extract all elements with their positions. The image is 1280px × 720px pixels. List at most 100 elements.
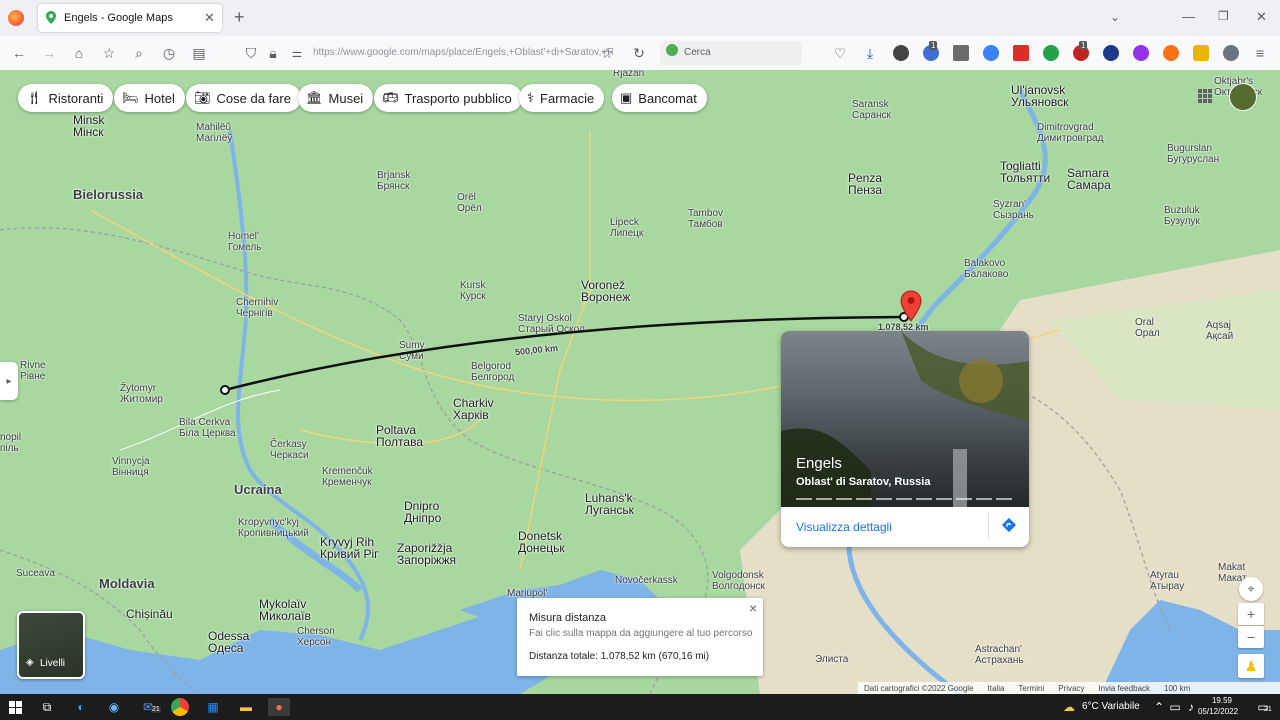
close-window-icon[interactable]: ✕ [1256,9,1267,25]
view-details-link[interactable]: Visualizza dettagli [796,520,892,534]
terms-link[interactable]: Termini [1018,684,1044,693]
menu-icon[interactable]: ≡ [1252,44,1268,62]
tab-google-maps[interactable]: Engels - Google Maps ✕ [38,4,222,32]
weather-text[interactable]: 6°C Variabile [1082,701,1140,712]
extension-l-icon[interactable] [893,45,909,61]
task-view-icon[interactable]: ⧉ [38,698,56,716]
minimize-icon[interactable]: — [1182,9,1195,24]
search-box[interactable]: Cerca [660,41,802,65]
url-bar[interactable]: ⛉ 🔒︎ ⚌ https://www.google.com/maps/place… [238,41,620,65]
extension-reader-icon[interactable] [953,45,969,61]
extension-badge: 1 [929,41,938,50]
outlook-icon[interactable]: ▦ [204,698,222,716]
photo-pager [796,498,1014,500]
layers-button[interactable]: ◈ Livelli [17,611,85,679]
layers-icon: ◈ [26,657,34,668]
chip-farmacie[interactable]: ⚕ Farmacie [519,84,605,112]
chip-ristoranti[interactable]: 🍴︎ Ristoranti [18,84,114,112]
print-icon[interactable]: ▤ [190,44,208,62]
chip-bancomat[interactable]: ▣ Bancomat [612,84,707,112]
place-card[interactable]: Engels Oblast' di Saratov, Russia Visual… [781,331,1029,547]
extension-yellow-icon[interactable] [1193,45,1209,61]
zoom-out-button[interactable]: − [1238,626,1264,648]
extension-red-icon[interactable] [1013,45,1029,61]
home-icon[interactable]: ⌂ [70,44,88,62]
skype-icon[interactable]: ◉ [105,698,123,716]
shield-icon[interactable]: ⛉ [242,44,260,62]
file-explorer-icon[interactable]: ▬ [237,698,255,716]
lock-icon[interactable]: 🔒︎ [264,44,282,62]
tab-title: Engels - Google Maps [64,12,173,24]
chip-trasporto-pubblico[interactable]: 🚌︎ Trasporto pubblico [374,84,522,112]
list-tabs-icon[interactable]: ⌄ [1110,10,1120,24]
url-text: https://www.google.com/maps/place/Engels… [313,47,613,58]
museum-icon: 🏛︎ [306,90,323,105]
edge-icon[interactable]: ◐ [72,698,90,716]
reload-icon[interactable]: ↻ [630,44,648,62]
extension-circle-icon[interactable] [983,45,999,61]
search-engine-icon [666,44,678,56]
pegman-icon[interactable]: ♟︎ [1238,654,1264,678]
firefox-icon[interactable] [8,10,24,26]
chrome-icon[interactable] [171,698,189,716]
expand-panel-button[interactable]: ▸ [0,362,18,400]
measure-title: Misura distanza [529,612,607,624]
close-measure-icon[interactable]: × [749,600,757,616]
privacy-link[interactable]: Privacy [1058,684,1084,693]
taskbar: ⧉ ◐ ◉ ✉ 21 ▦ ▬ ● ☁ 6°C Variabile ⌃ ▭ ♪ 1… [0,694,1280,720]
avatar[interactable] [1229,83,1257,111]
directions-icon[interactable] [1001,517,1017,533]
new-tab-button[interactable]: + [234,7,245,28]
clock-time[interactable]: 19.59 [1202,696,1242,705]
history-icon[interactable]: ◷ [160,44,178,62]
restore-icon[interactable]: ❐ [1218,9,1229,23]
extension-orange-icon[interactable] [1163,45,1179,61]
map-data-attribution: Dati cartografici ©2022 Google [864,683,974,693]
search-icon[interactable]: ⌕ [130,44,148,62]
back-icon[interactable]: ← [10,44,28,62]
feedback-link[interactable]: Invia feedback [1098,684,1150,693]
chip-cose-da-fare[interactable]: 📷︎ Cose da fare [186,84,301,112]
measure-total: Distanza totale: 1.078,52 km (670,16 mi) [529,651,710,662]
card-divider [988,513,989,539]
minus-icon: − [1246,629,1256,645]
atm-icon: ▣ [620,90,633,105]
layers-label: Livelli [40,658,66,669]
place-photo[interactable]: Engels Oblast' di Saratov, Russia [781,331,1029,507]
bookmark-star-icon[interactable]: ☆ [598,44,616,62]
measure-distance-panel: Misura distanza Fai clic sulla mappa da … [517,598,763,676]
search-placeholder: Cerca [684,47,711,58]
apps-grid-icon[interactable] [1198,89,1212,103]
extension-blue-icon[interactable] [1103,45,1119,61]
chip-hotel[interactable]: 🛏︎ Hotel [114,84,185,112]
bus-icon: 🚌︎ [382,90,399,105]
pharmacy-icon: ⚕ [527,90,535,105]
my-location-icon[interactable]: ⌖ [1239,577,1263,601]
pocket-icon[interactable]: ♡ [832,44,848,62]
extension-grey-icon[interactable] [1223,45,1239,61]
camera-icon: 📷︎ [194,90,211,105]
tab-bar: Engels - Google Maps ✕ + ⌄ — ❐ ✕ [0,0,1280,36]
country-link[interactable]: Italia [988,684,1005,693]
start-windows-icon[interactable] [6,698,24,716]
bookmark-manager-icon[interactable]: ☆ [100,44,118,62]
scale-label[interactable]: 100 km [1164,684,1190,693]
permissions-icon[interactable]: ⚌ [288,44,306,62]
measure-hint: Fai clic sulla mappa da aggiungere al tu… [529,628,753,639]
zoom-in-button[interactable]: + [1238,603,1264,625]
clock-date[interactable]: 05/12/2022 [1198,707,1238,716]
plus-icon: + [1246,606,1256,622]
extension-green-icon[interactable] [1043,45,1059,61]
place-subtitle: Oblast' di Saratov, Russia [796,476,931,488]
close-tab-icon[interactable]: ✕ [204,10,215,26]
firefox-taskbar-icon[interactable]: ● [268,698,290,716]
notification-badge: 21 [1264,706,1272,713]
place-title: Engels [796,455,842,472]
extension-purple-icon[interactable] [1133,45,1149,61]
downloads-icon[interactable]: ⤓ [862,44,878,62]
chip-musei[interactable]: 🏛︎ Musei [298,84,374,112]
restaurant-icon: 🍴︎ [26,90,43,105]
location-pin-icon[interactable] [900,290,922,322]
weather-icon: ☁ [1063,700,1075,714]
forward-icon[interactable]: → [40,44,58,62]
